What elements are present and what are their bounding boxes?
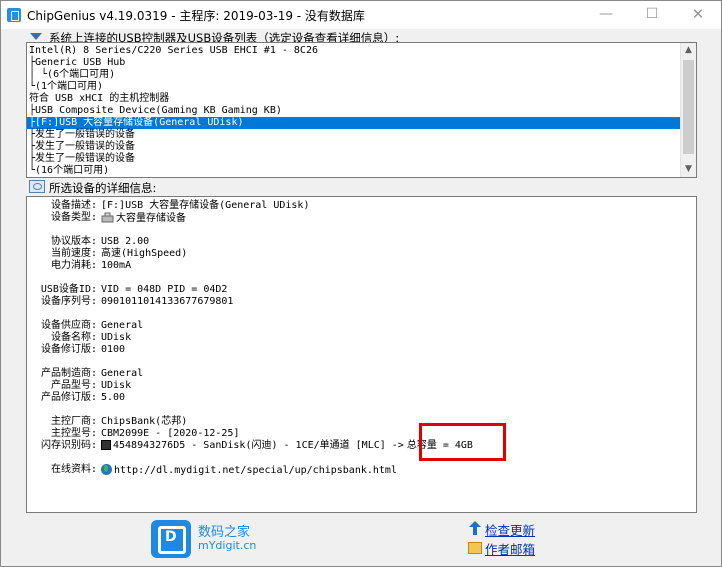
mydigit-url[interactable]: mYdigit.cn: [198, 539, 256, 552]
minimize-button[interactable]: —: [583, 1, 629, 29]
usb-drive-icon: [101, 212, 114, 223]
scroll-thumb[interactable]: [683, 60, 694, 154]
detail-value-text: 高速(HighSpeed): [101, 248, 188, 259]
scroll-up-arrow-icon[interactable]: ▲: [681, 43, 696, 58]
detail-value: 5.00: [101, 392, 125, 404]
device-details-panel[interactable]: 设备描述: [F:]USB 大容量存储设备(General UDisk) 设备类型:…: [26, 196, 697, 513]
detail-value: UDisk: [101, 380, 131, 392]
detail-value-text: 大容量存储设备: [116, 213, 186, 224]
detail-value-text: 0901011014133677679801: [101, 296, 234, 307]
detail-label: 设备类型:: [50, 212, 97, 223]
tree-item[interactable]: Intel(R) 8 Series/C220 Series USB EHCI #…: [29, 45, 318, 57]
detail-value: CBM2099E - [2020-12-25]: [101, 428, 239, 440]
detail-value: 大容量存储设备: [101, 212, 186, 225]
mydigit-logo-icon[interactable]: [151, 520, 191, 558]
window-title: ChipGenius v4.19.0319 - 主程序: 2019-03-19 …: [27, 9, 365, 23]
detail-value: General: [101, 368, 143, 380]
title-bar: ChipGenius v4.19.0319 - 主程序: 2019-03-19 …: [1, 1, 721, 29]
detail-value: VID = 048D PID = 04D2: [101, 284, 227, 296]
arrow-down-icon: [30, 33, 42, 40]
detail-label: 设备描述:: [50, 200, 97, 211]
detail-label: 闪存识别码:: [40, 440, 97, 451]
tree-item-selected[interactable]: ├[F:]USB 大容量存储设备(General UDisk): [27, 117, 681, 129]
detail-value-text: 0100: [101, 344, 126, 355]
tree-item[interactable]: ├发生了一般错误的设备: [29, 129, 135, 141]
check-update-link[interactable]: 检查更新: [485, 520, 535, 539]
author-mail-link[interactable]: 作者邮箱: [485, 539, 535, 558]
app-window: ChipGenius v4.19.0319 - 主程序: 2019-03-19 …: [0, 0, 722, 567]
detail-label: 产品修订版:: [40, 392, 97, 403]
flash-chip-icon: [101, 440, 111, 450]
detail-value-text: ChipsBank(芯邦): [101, 416, 188, 427]
detail-label: 设备序列号:: [40, 296, 97, 307]
detail-value: General: [101, 320, 143, 332]
detail-value-text: http://dl.mydigit.net/special/up/chipsba…: [114, 465, 397, 476]
mail-icon: [468, 542, 482, 554]
detail-value: 4548943276D5 - SanDisk(闪迪) - 1CE/单通道 [ML…: [101, 440, 473, 452]
detail-value: 100mA: [101, 260, 131, 272]
detail-value: USB 2.00: [101, 236, 149, 248]
tree-item[interactable]: ├Generic USB Hub: [29, 57, 125, 69]
detail-label: USB设备ID:: [40, 284, 97, 295]
detail-value-text: VID = 048D PID = 04D2: [101, 284, 228, 295]
detail-value-text: [F:]USB 大容量存储设备(General UDisk): [101, 200, 310, 211]
detail-value: 0100: [101, 344, 125, 356]
detail-value: UDisk: [101, 332, 131, 344]
detail-value: ChipsBank(芯邦): [101, 416, 187, 428]
detail-label: 主控厂商:: [50, 416, 97, 427]
chipgenius-app-icon: [7, 8, 21, 22]
tree-item[interactable]: ├USB Composite Device(Gaming KB Gaming K…: [29, 105, 282, 117]
capacity-highlight-box: [419, 423, 506, 461]
detail-value-text: General: [101, 368, 144, 379]
globe-icon: [101, 464, 112, 475]
tree-item[interactable]: └(1个端口可用): [29, 81, 103, 93]
detail-label: 协议版本:: [50, 236, 97, 247]
tree-item[interactable]: │ └(6个端口可用): [29, 69, 115, 81]
detail-label: 产品型号:: [50, 380, 97, 391]
detail-label: 设备名称:: [50, 332, 97, 343]
detail-value-text: USB 2.00: [101, 236, 150, 247]
detail-label: 产品制造商:: [40, 368, 97, 379]
device-tree-list[interactable]: Intel(R) 8 Series/C220 Series USB EHCI #…: [26, 42, 697, 178]
reference-link[interactable]: http://dl.mydigit.net/special/up/chipsba…: [101, 464, 397, 477]
tree-item[interactable]: 符合 USB xHCI 的主机控制器: [29, 93, 169, 105]
detail-value-text: UDisk: [101, 332, 132, 343]
mydigit-name[interactable]: 数码之家: [198, 521, 250, 540]
detail-value-text: General: [101, 320, 144, 331]
detail-value-text: 100mA: [101, 260, 132, 271]
detail-value: 0901011014133677679801: [101, 296, 233, 308]
detail-label: 在线资料:: [50, 464, 97, 475]
detail-value-text: UDisk: [101, 380, 132, 391]
detail-value: 高速(HighSpeed): [101, 248, 187, 260]
detail-label: 主控型号:: [50, 428, 97, 439]
detail-label: 电力消耗:: [50, 260, 97, 271]
maximize-button[interactable]: ☐: [629, 1, 675, 29]
tree-item[interactable]: └(16个端口可用): [29, 165, 109, 177]
detail-label: 设备供应商:: [40, 320, 97, 331]
detail-label: 设备修订版:: [40, 344, 97, 355]
tree-item[interactable]: ├发生了一般错误的设备: [29, 153, 135, 165]
detail-label: 当前速度:: [50, 248, 97, 259]
detail-value-text: 4548943276D5 - SanDisk(闪迪) - 1CE/单通道 [ML…: [113, 440, 404, 451]
detail-value: [F:]USB 大容量存储设备(General UDisk): [101, 200, 309, 212]
detail-value-text: CBM2099E - [2020-12-25]: [101, 428, 240, 439]
scroll-down-arrow-icon[interactable]: ▼: [681, 162, 696, 177]
detail-value-text: 5.00: [101, 392, 126, 403]
device-details-label: 所选设备的详细信息:: [49, 181, 157, 195]
device-tree-scrollbar[interactable]: ▲ ▼: [680, 43, 696, 177]
update-arrow-icon: [469, 521, 481, 535]
close-button[interactable]: ✕: [675, 1, 721, 29]
detail-info-icon: [29, 180, 45, 193]
tree-item[interactable]: ├发生了一般错误的设备: [29, 141, 135, 153]
